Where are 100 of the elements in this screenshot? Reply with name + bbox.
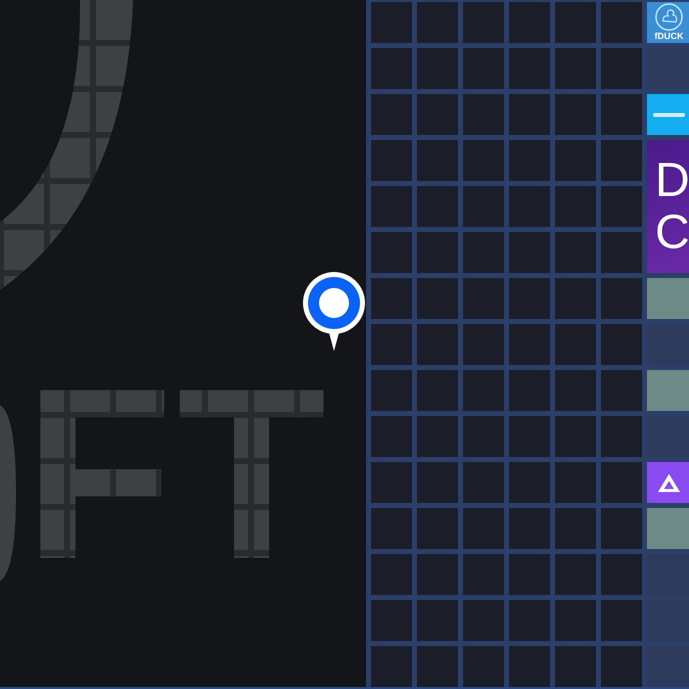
grid-cell[interactable]	[371, 508, 412, 549]
grid-cell[interactable]	[371, 462, 412, 503]
grid-cell[interactable]	[555, 508, 596, 549]
grid-cell[interactable]	[601, 186, 642, 227]
grid-cell[interactable]	[601, 370, 642, 411]
grid-cell[interactable]	[371, 324, 412, 365]
grid-cell[interactable]	[463, 508, 504, 549]
grid-cell[interactable]	[371, 278, 412, 319]
grid-cell[interactable]	[371, 646, 412, 687]
grid-cell[interactable]	[371, 416, 412, 457]
grid-cell[interactable]	[371, 554, 412, 595]
grid-cell[interactable]	[417, 48, 458, 89]
logo-tile[interactable]	[647, 462, 689, 503]
grid-cell[interactable]	[509, 324, 550, 365]
grid-cell[interactable]	[509, 232, 550, 273]
grid-cell[interactable]	[417, 508, 458, 549]
grid-cell[interactable]	[601, 2, 642, 43]
grid-cell[interactable]	[509, 94, 550, 135]
grid-cell[interactable]	[555, 48, 596, 89]
grid-cell[interactable]	[417, 2, 458, 43]
grid-cell[interactable]	[371, 370, 412, 411]
photo-placeholder[interactable]	[647, 508, 689, 549]
grid-cell[interactable]	[463, 416, 504, 457]
grid-cell[interactable]	[463, 554, 504, 595]
grid-cell[interactable]	[371, 140, 412, 181]
logo-tile[interactable]	[647, 94, 689, 135]
grid-cell[interactable]	[371, 186, 412, 227]
grid-cell[interactable]	[555, 646, 596, 687]
grid-cell[interactable]	[463, 48, 504, 89]
grid-cell[interactable]	[509, 554, 550, 595]
grid-cell[interactable]	[601, 554, 642, 595]
photo-placeholder[interactable]	[647, 370, 689, 411]
location-pin-icon[interactable]	[302, 271, 366, 351]
grid-cell[interactable]	[509, 508, 550, 549]
grid-cell[interactable]	[601, 48, 642, 89]
grid-cell[interactable]	[463, 646, 504, 687]
grid-cell[interactable]	[601, 324, 642, 365]
banner-tile[interactable]: D C	[647, 140, 689, 273]
grid-cell[interactable]	[601, 600, 642, 641]
grid-cell[interactable]	[555, 140, 596, 181]
grid-cell[interactable]	[555, 94, 596, 135]
grid-cell[interactable]	[601, 646, 642, 687]
grid-cell[interactable]	[417, 600, 458, 641]
grid-cell[interactable]	[601, 462, 642, 503]
grid-cell[interactable]	[463, 186, 504, 227]
grid-cell[interactable]	[555, 2, 596, 43]
grid-cell[interactable]	[601, 232, 642, 273]
grid-cell[interactable]	[509, 48, 550, 89]
grid-cell[interactable]	[463, 462, 504, 503]
grid-cell[interactable]	[601, 140, 642, 181]
grid-cell[interactable]	[509, 140, 550, 181]
grid-cell[interactable]	[417, 554, 458, 595]
empty-tile[interactable]	[647, 646, 689, 687]
grid-cell[interactable]	[555, 554, 596, 595]
grid-cell[interactable]	[417, 462, 458, 503]
grid-cell[interactable]	[371, 94, 412, 135]
grid-cell[interactable]	[417, 416, 458, 457]
grid-cell[interactable]	[417, 370, 458, 411]
grid-cell[interactable]	[417, 646, 458, 687]
duck-logo-tile[interactable]: fDUCK	[647, 2, 689, 43]
grid-cell[interactable]	[509, 278, 550, 319]
grid-cell[interactable]	[371, 2, 412, 43]
grid-cell[interactable]	[463, 600, 504, 641]
grid-cell[interactable]	[601, 416, 642, 457]
grid-cell[interactable]	[555, 370, 596, 411]
grid-cell[interactable]	[463, 232, 504, 273]
grid-cell[interactable]	[417, 94, 458, 135]
grid-cell[interactable]	[417, 232, 458, 273]
grid-cell[interactable]	[509, 370, 550, 411]
grid-cell[interactable]	[417, 186, 458, 227]
grid-cell[interactable]	[463, 2, 504, 43]
grid-cell[interactable]	[463, 140, 504, 181]
grid-cell[interactable]	[509, 600, 550, 641]
grid-cell[interactable]	[463, 94, 504, 135]
grid-cell[interactable]	[555, 600, 596, 641]
grid-cell[interactable]	[555, 278, 596, 319]
grid-cell[interactable]	[463, 370, 504, 411]
grid-cell[interactable]	[601, 508, 642, 549]
grid-cell[interactable]	[417, 140, 458, 181]
grid-cell[interactable]	[509, 646, 550, 687]
grid-cell[interactable]	[601, 94, 642, 135]
photo-placeholder[interactable]	[647, 278, 689, 319]
grid-cell[interactable]	[371, 600, 412, 641]
grid-cell[interactable]	[555, 232, 596, 273]
grid-cell[interactable]	[463, 278, 504, 319]
grid-cell[interactable]	[555, 186, 596, 227]
grid-cell[interactable]	[463, 324, 504, 365]
grid-cell[interactable]	[371, 48, 412, 89]
grid-cell[interactable]	[601, 278, 642, 319]
grid-cell[interactable]	[555, 416, 596, 457]
grid-cell[interactable]	[371, 232, 412, 273]
wordmark-icon	[653, 112, 685, 116]
grid-cell[interactable]	[417, 278, 458, 319]
grid-cell[interactable]	[509, 462, 550, 503]
grid-cell[interactable]	[555, 462, 596, 503]
grid-cell[interactable]	[509, 2, 550, 43]
grid-cell[interactable]	[509, 186, 550, 227]
grid-cell[interactable]	[417, 324, 458, 365]
grid-cell[interactable]	[555, 324, 596, 365]
grid-cell[interactable]	[509, 416, 550, 457]
